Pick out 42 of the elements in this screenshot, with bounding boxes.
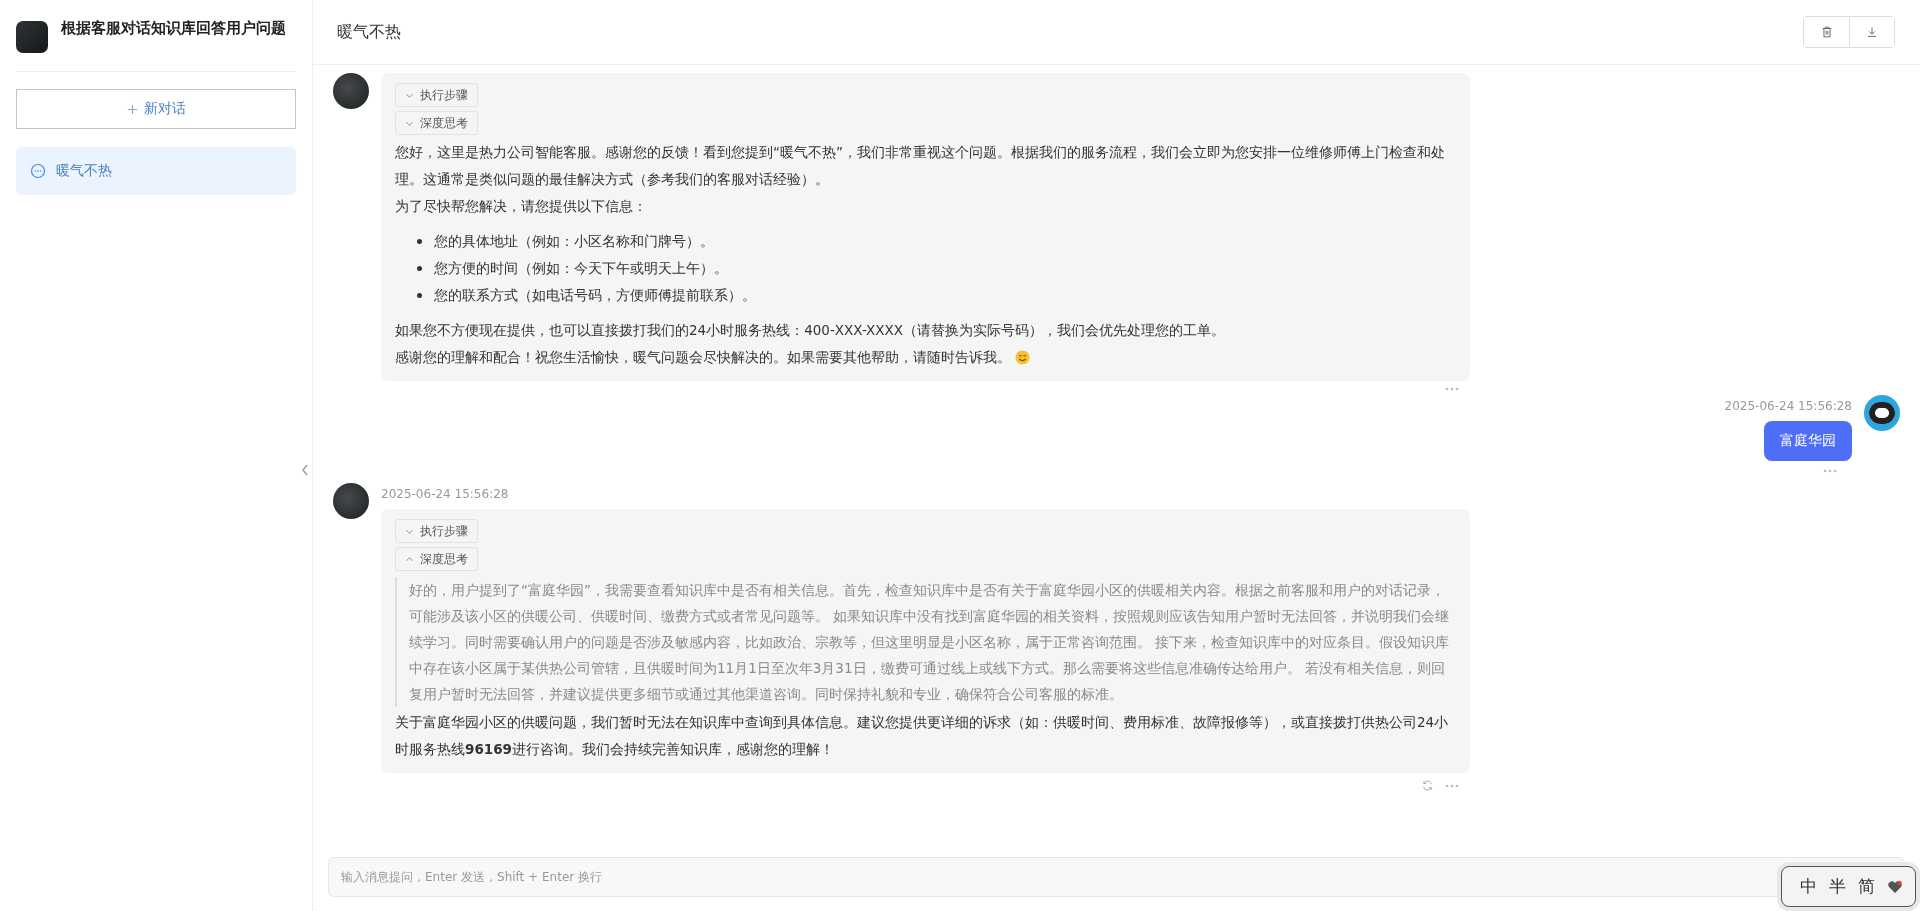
more-icon[interactable] (1822, 469, 1838, 473)
message-text: 关于富庭华园小区的供暖问题，我们暂时无法在知识库中查询到具体信息。建议您提供更详细的诉求（如：供暖时间、费用标准、故障报修等），或直接拨打供热公司24小时服务热线96169进行咨询。我们会持续完善知识库，感谢您的理解！ (395, 713, 1450, 759)
chat-bubble-icon (30, 163, 46, 179)
thinking-text: 好的，用户提到了“富庭华园”，我需要查看知识库中是否有相关信息。首先，检查知识库中是否有关于富庭华园小区的供暖相关内容。根据之前客服和用户的对话记录，可能涉及该小区的供暖公司、供暖时间、缴费方式或者常见问题等。 如果知识库中没有找到富庭华园的相关资料，按照规则应该告知用户暂时无法回答，并说明我们会继续学习。同时需要确认用户的问题是否涉及敏感内容，比如政治、宗教等，但这里明显是小区名称，属于正常咨询范围。 接下来，检查知识库中的对应条目。假设知识库中存在该小区属于某供热公司管辖，且供暖时间为11月1日至次年3月31日，缴费可通过线上或线下方式。那么需要将这些信息准确传达给用户。 若没有相关信息，则回复用户暂时无法回答，并建议提供更多细节或通过其他渠道咨询。同时保持礼貌和专业，确保符合公司客服的标准。 (395, 577, 1456, 707)
new-chat-button[interactable]: 新对话 (16, 89, 296, 129)
heart-icon[interactable] (1887, 878, 1903, 895)
message-text: 感谢您的理解和配合！祝您生活愉快，暖气问题会尽快解决的。如果需要其他帮助，请随时告诉我。 (395, 348, 1011, 367)
message-timestamp: 2025-06-24 15:56:28 (1724, 399, 1852, 413)
smile-icon (1015, 350, 1030, 365)
step-toggle[interactable]: 执行步骤 (395, 83, 478, 107)
ime-mode-button[interactable]: 简 (1858, 875, 1875, 898)
ime-mode-button[interactable]: 中 (1800, 875, 1817, 898)
step-toggle[interactable]: 执行步骤 (395, 519, 478, 543)
plus-icon (126, 103, 138, 115)
download-button[interactable] (1849, 17, 1894, 47)
download-icon (1865, 25, 1879, 39)
bullet-icon (417, 293, 422, 298)
user-message-bubble: 富庭华园 (1764, 421, 1852, 461)
conversation-item[interactable]: 暖气不热 (16, 147, 296, 195)
step-toggle[interactable]: 深度思考 (395, 111, 478, 135)
avatar (333, 483, 369, 519)
app-logo-icon (16, 21, 48, 53)
chat-title: 暖气不热 (337, 21, 401, 43)
list-item-text: 您方便的时间（例如：今天下午或明天上午）。 (434, 259, 728, 278)
bullet-icon (417, 239, 422, 244)
collapse-chevron-icon[interactable] (300, 462, 310, 478)
robot-avatar-icon (1864, 395, 1900, 431)
message-text: 为了尽快帮您解决，请您提供以下信息： (395, 197, 648, 216)
list-item-text: 您的联系方式（如电话号码，方便师傅提前联系）。 (434, 286, 756, 305)
step-toggle[interactable]: 深度思考 (395, 547, 478, 571)
bullet-icon (417, 266, 422, 271)
more-icon[interactable] (1444, 783, 1460, 788)
chevron-up-icon (405, 554, 414, 564)
message-text: 如果您不方便现在提供，也可以直接拨打我们的24小时服务热线：400-XXX-XXXX（请替换为实际号码），我们会优先处理您的工单。 (395, 321, 1227, 340)
avatar (333, 73, 369, 109)
app-title: 根据客服对话知识库回答用户问题 (61, 18, 286, 38)
ime-mode-button[interactable]: 半 (1829, 875, 1846, 898)
more-icon[interactable] (1444, 387, 1460, 391)
refresh-icon[interactable] (1421, 779, 1434, 792)
message-text: 您好，这里是热力公司智能客服。感谢您的反馈！看到您提到“暖气不热”，我们非常重视这个问题。根据我们的服务流程，我们会立即为您安排一位维修师傅上门检查和处理。这通常是类似问题的最佳解决方式（参考我们的客服对话经验）。 (395, 143, 1446, 189)
message-timestamp: 2025-06-24 15:56:28 (381, 487, 510, 501)
list-item-text: 您的具体地址（例如：小区名称和门牌号）。 (434, 232, 714, 251)
